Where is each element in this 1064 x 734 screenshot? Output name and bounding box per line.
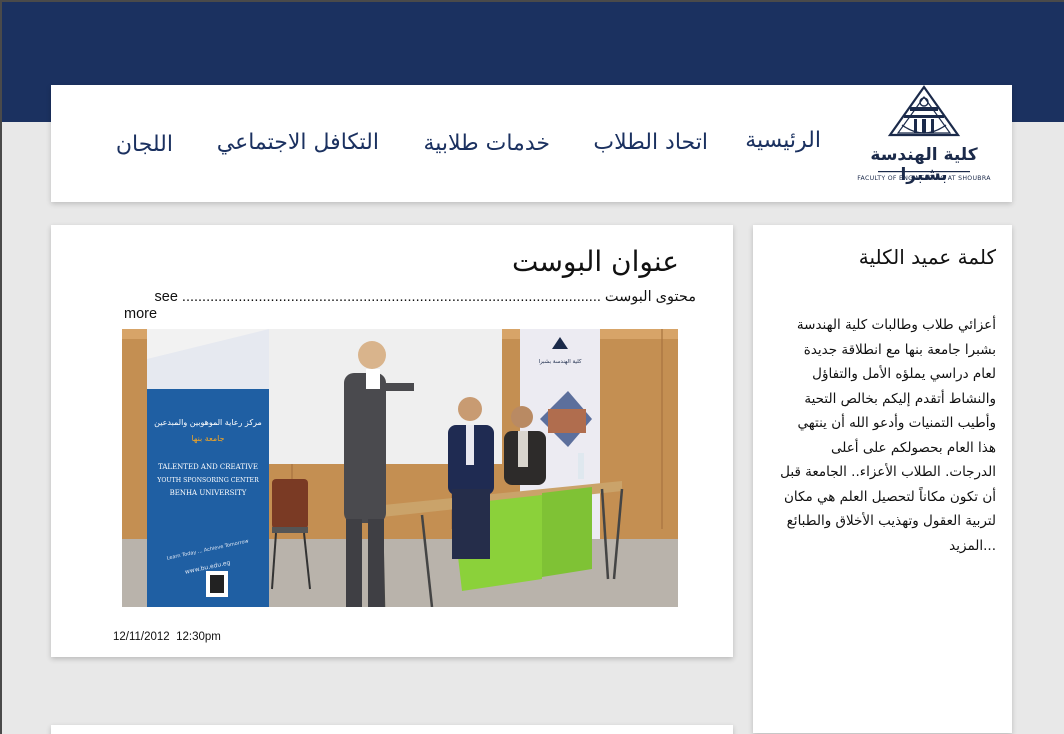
site-header: كلية الهندسة بشبرا FACULTY OF ENGINEERIN… [51, 85, 1012, 202]
see-more-link[interactable]: more [124, 306, 157, 322]
post-image[interactable]: مركز رعاية الموهوبين والمبدعين جامعة بنه… [122, 329, 678, 607]
dean-line: وأطيب التمنيات وأدعو الله أن ينتهي [797, 415, 996, 431]
faculty-logo[interactable]: كلية الهندسة بشبرا FACULTY OF ENGINEERIN… [854, 85, 994, 189]
dean-line: لعام دراسي يملؤه الأمل والتفاؤل [812, 366, 996, 382]
dean-word-text: أعزائي طلاب وطالبات كلية الهندسة بشبرا ج… [764, 313, 996, 558]
dean-word-card: كلمة عميد الكلية أعزائي طلاب وطالبات كلي… [753, 225, 1012, 733]
post-date: 12/11/2012 [113, 631, 170, 643]
dean-more-link[interactable]: ...المزيد [764, 534, 996, 559]
nav-item-student-services[interactable]: خدمات طلابية [423, 131, 550, 171]
post-time: 12:30pm [176, 631, 221, 643]
dean-line: الدرجات. الطلاب الأعزاء.. الجامعة قبل [780, 464, 996, 480]
next-post-card [51, 725, 733, 734]
post-content: محتوى البوست ...........................… [154, 289, 697, 305]
nav-item-social-solidarity[interactable]: التكافل الاجتماعي [217, 130, 379, 170]
post-card: عنوان البوست محتوى البوست ..............… [51, 225, 733, 657]
nav-item-home[interactable]: الرئيسية [745, 128, 821, 168]
dean-line: لتربية العقول وتهذيب الأخلاق والطبائع [786, 513, 996, 529]
logo-title-en: FACULTY OF ENGINEERING AT SHOUBRA [857, 175, 991, 182]
banner-left-ar-2: جامعة بنها [191, 434, 224, 443]
banner-left-en-1: TALENTED AND CREATIVE [158, 463, 258, 471]
banner-left-ar-1: مركز رعاية الموهوبين والمبدعين [154, 418, 262, 427]
dean-word-title: كلمة عميد الكلية [858, 245, 996, 269]
nav-item-student-union[interactable]: اتحاد الطلاب [593, 130, 708, 170]
dean-line: أعزائي طلاب وطالبات كلية الهندسة [796, 317, 996, 333]
banner-left-en-2: YOUTH SPONSORING CENTER [156, 477, 259, 484]
event-photo: مركز رعاية الموهوبين والمبدعين جامعة بنه… [122, 329, 678, 607]
post-datetime: 12/11/2012 12:30pm [113, 631, 221, 643]
banner-left-en-3: BENHA UNIVERSITY [170, 489, 247, 497]
banner-right-ar: كلية الهندسة بشبرا [538, 358, 581, 365]
dean-line: أن تكون مكاناً لتحصيل العلم هي مكان [783, 488, 996, 505]
dean-line: هذا العام بحصولكم على أعلى [831, 439, 996, 456]
nav-item-committees[interactable]: اللجان [116, 132, 173, 172]
post-title: عنوان البوست [511, 245, 679, 278]
dean-line: والنشاط أتقدم إليكم بخالص التحية [804, 390, 996, 407]
dean-line: بشبرا جامعة بنها مع انطلاقة جديدة [803, 341, 996, 358]
